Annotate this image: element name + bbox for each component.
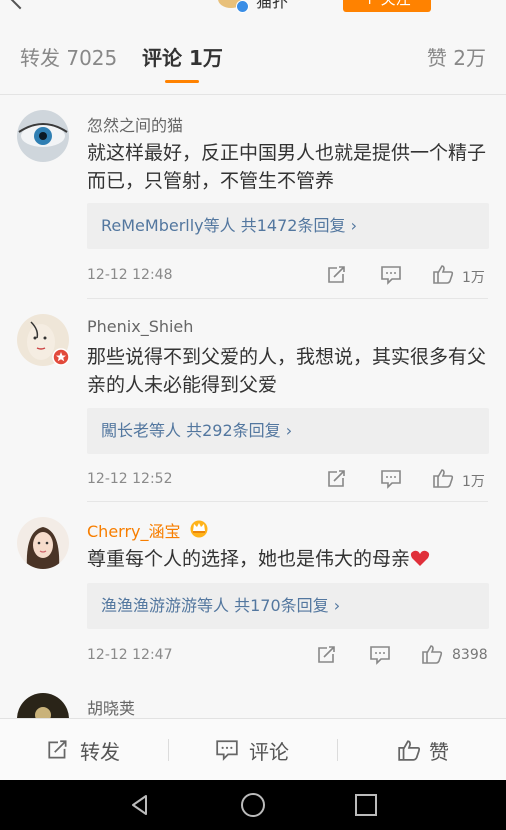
verified-badge-icon <box>236 0 249 13</box>
like-count: 1万 <box>462 474 485 490</box>
username-text: Cherry_涵宝 <box>87 522 181 541</box>
divider <box>87 298 488 299</box>
repost-button[interactable]: 转发 <box>46 719 120 781</box>
comment-text: 就这样最好，反正中国男人也就是提供一个精子而已，只管射，不管生不管养 <box>87 142 487 192</box>
reply-names: 渔渔渔游游游等人 <box>101 596 230 615</box>
like-label: 赞 <box>429 739 449 764</box>
comment-icon[interactable] <box>380 265 402 285</box>
chevron-right-icon: › <box>285 421 293 440</box>
heart-icon <box>410 550 430 566</box>
replies-summary[interactable]: 渔渔渔游游游等人 共170条回复 › <box>87 583 489 629</box>
comment-text: 那些说得不到父爱的人，我想说，其实很多有父亲的人未必能得到父爱 <box>87 346 487 396</box>
bottom-action-bar: 转发 评论 赞 <box>0 718 506 781</box>
comment-label: 评论 <box>249 739 289 764</box>
avatar[interactable] <box>17 517 69 569</box>
reply-count: 共170条回复 <box>234 596 329 615</box>
comment-icon[interactable] <box>369 645 391 665</box>
chevron-right-icon: › <box>333 596 341 615</box>
comment-button[interactable]: 评论 <box>215 719 289 781</box>
vip-badge-icon <box>52 348 70 366</box>
reply-count: 共1472条回复 <box>240 216 346 235</box>
replies-summary[interactable]: ReMeMberlly等人 共1472条回复 › <box>87 203 489 249</box>
poster-name[interactable]: 猫扑 <box>256 0 288 12</box>
tab-bar: 转发 7025 评论 1万 赞 2万 <box>0 14 506 95</box>
replies-summary[interactable]: 闖长老等人 共292条回复 › <box>87 408 489 454</box>
comment-icon[interactable] <box>380 469 402 489</box>
tab-comment[interactable]: 评论 1万 <box>142 42 223 71</box>
comment-item: 忽然之间的猫 就这样最好，反正中国男人也就是提供一个精子而已，只管射，不管生不管… <box>0 95 506 300</box>
comment-item: Phenix_Shieh 那些说得不到父爱的人，我想说，其实很多有父亲的人未必能… <box>0 300 506 503</box>
back-icon[interactable] <box>128 793 152 817</box>
comment-icon <box>216 740 238 761</box>
comment-item: 胡晓荚 <box>0 683 506 718</box>
reply-names: ReMeMberlly等人 <box>101 216 236 235</box>
comment-text-content: 尊重每个人的选择，她也是伟大的母亲 <box>87 548 411 570</box>
like-count: 8398 <box>452 647 488 663</box>
divider <box>87 501 488 502</box>
recent-apps-icon[interactable] <box>354 793 378 817</box>
like-button[interactable]: 赞 <box>397 719 449 781</box>
comment-time: 12-12 12:48 <box>87 267 173 283</box>
thumb-up-icon[interactable] <box>432 264 454 284</box>
share-icon[interactable] <box>326 265 348 285</box>
thumb-up-icon[interactable] <box>421 644 443 664</box>
avatar[interactable] <box>17 110 69 162</box>
avatar[interactable] <box>17 693 69 718</box>
separator <box>168 739 169 761</box>
tab-repost[interactable]: 转发 7025 <box>20 42 117 71</box>
share-icon <box>48 740 67 759</box>
system-nav-bar <box>0 780 506 830</box>
share-icon[interactable] <box>326 469 348 489</box>
back-arrow-icon[interactable] <box>8 0 32 10</box>
comment-time: 12-12 12:47 <box>87 647 173 663</box>
comment-username[interactable]: 胡晓荚 <box>87 695 135 718</box>
tab-like[interactable]: 赞 2万 <box>427 42 486 71</box>
like-count: 1万 <box>462 270 485 286</box>
repost-label: 转发 <box>80 739 120 764</box>
thumb-up-icon[interactable] <box>432 468 454 488</box>
comment-text: 尊重每个人的选择，她也是伟大的母亲 <box>87 545 495 573</box>
comment-time: 12-12 12:52 <box>87 471 173 487</box>
chevron-right-icon: › <box>350 216 357 235</box>
top-header: 猫扑 + 关注 <box>0 0 506 14</box>
thumb-up-icon <box>398 740 421 761</box>
share-icon[interactable] <box>316 645 338 665</box>
comment-item: Cherry_涵宝 尊重每个人的选择，她也是伟大的母亲 渔渔渔游游游等人 共17… <box>0 503 506 683</box>
active-tab-indicator <box>165 80 199 83</box>
comment-username[interactable]: Phenix_Shieh <box>87 317 193 336</box>
home-icon[interactable] <box>240 792 266 818</box>
separator <box>337 739 338 761</box>
comment-username[interactable]: Cherry_涵宝 <box>87 518 181 542</box>
follow-button[interactable]: + 关注 <box>343 0 431 12</box>
crown-badge-icon <box>190 520 208 538</box>
comment-username[interactable]: 忽然之间的猫 <box>87 112 183 136</box>
reply-names: 闖长老等人 <box>101 421 182 440</box>
reply-count: 共292条回复 <box>186 421 281 440</box>
